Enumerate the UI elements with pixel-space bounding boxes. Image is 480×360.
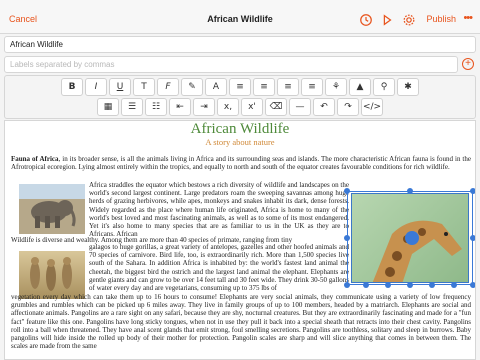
meerkat-image[interactable] — [19, 251, 85, 299]
html-source-button[interactable]: </> — [361, 98, 383, 116]
paragraph-2: Africa straddles the equator which besto… — [89, 181, 349, 239]
elephant-image[interactable] — [19, 184, 85, 234]
numbered-list-button[interactable]: ☷ — [145, 98, 167, 116]
align-justify-button[interactable]: ≡ — [301, 78, 323, 96]
indent-button[interactable]: ⇥ — [193, 98, 215, 116]
horizontal-rule-button[interactable]: — — [289, 98, 311, 116]
article-subtitle: A story about nature — [205, 137, 275, 147]
align-left-button[interactable]: ≡ — [229, 78, 251, 96]
font-size-button[interactable]: A — [205, 78, 227, 96]
text-style-button[interactable]: T — [133, 78, 155, 96]
history-icon[interactable] — [359, 13, 373, 27]
font-button[interactable]: F — [157, 78, 179, 96]
resize-handle-bottom-4[interactable] — [451, 282, 457, 288]
link-button[interactable]: ⚲ — [373, 78, 395, 96]
italic-button[interactable]: I — [85, 78, 107, 96]
resize-handle-top[interactable] — [407, 188, 413, 194]
navigation-bar: Cancel African Wildlife Publish ••• — [0, 8, 480, 34]
paragraph-1: Fauna of Africa, in its broader sense, i… — [11, 155, 471, 171]
add-tag-icon[interactable]: + — [462, 58, 474, 70]
bullet-list-button[interactable]: ☰ — [121, 98, 143, 116]
status-bar — [0, 0, 480, 8]
resize-handle-right[interactable] — [470, 235, 475, 241]
paragraph-1-rest: , in its broader sense, is all the anima… — [11, 155, 471, 172]
outdent-button[interactable]: ⇤ — [169, 98, 191, 116]
undo-button[interactable]: ↶ — [313, 98, 335, 116]
resize-handle-bottom-2[interactable] — [385, 282, 391, 288]
clear-format-button[interactable]: ⌫ — [265, 98, 287, 116]
redo-button[interactable]: ↷ — [337, 98, 359, 116]
resize-handle-bottom-right[interactable] — [470, 282, 475, 288]
highlight-button[interactable]: ✎ — [181, 78, 203, 96]
content-editor[interactable]: African Wildlife A story about nature Fa… — [4, 120, 476, 360]
resize-handle-bottom-3[interactable] — [429, 282, 435, 288]
image-move-handle[interactable] — [405, 231, 419, 245]
formatting-toolbar: B I U T F ✎ A ≡ ≡ ≡ ≡ ⚘ ▲ ⚲ ✱ ▦ ☰ ☷ ⇤ ⇥ … — [4, 75, 476, 119]
gear-icon[interactable] — [402, 13, 416, 27]
table-button[interactable]: ▦ — [97, 98, 119, 116]
play-icon[interactable] — [380, 13, 394, 27]
publish-button[interactable]: Publish — [426, 14, 456, 24]
paragraph-5: vegetation every day which can take them… — [11, 293, 471, 351]
toolbar-row-2: ▦ ☰ ☷ ⇤ ⇥ x, x' ⌫ — ↶ ↷ </> — [5, 98, 475, 118]
paragraph-4: galagos to huge gorillas, a great variet… — [89, 243, 349, 293]
color-palette-button[interactable]: ⚘ — [325, 78, 347, 96]
bold-button[interactable]: B — [61, 78, 83, 96]
align-center-button[interactable]: ≡ — [253, 78, 275, 96]
align-right-button[interactable]: ≡ — [277, 78, 299, 96]
more-icon[interactable]: ••• — [463, 12, 473, 24]
title-field[interactable]: African Wildlife — [4, 36, 476, 53]
resize-handle-bottom-left[interactable] — [344, 282, 350, 288]
subscript-button[interactable]: x, — [217, 98, 239, 116]
insert-image-button[interactable]: ▲ — [349, 78, 371, 96]
resize-handle-top-left[interactable] — [344, 188, 350, 194]
underline-button[interactable]: U — [109, 78, 131, 96]
resize-handle-left[interactable] — [344, 235, 350, 241]
resize-handle-bottom[interactable] — [407, 282, 413, 288]
superscript-button[interactable]: x' — [241, 98, 263, 116]
special-character-button[interactable]: ✱ — [397, 78, 419, 96]
paragraph-1-lead: Fauna of Africa — [11, 155, 59, 163]
toolbar-row-1: B I U T F ✎ A ≡ ≡ ≡ ≡ ⚘ ▲ ⚲ ✱ — [5, 78, 475, 98]
article-title: African Wildlife — [190, 121, 290, 137]
tags-field[interactable]: Labels separated by commas — [4, 56, 458, 73]
resize-handle-bottom-1[interactable] — [363, 282, 369, 288]
resize-handle-top-right[interactable] — [470, 188, 475, 194]
